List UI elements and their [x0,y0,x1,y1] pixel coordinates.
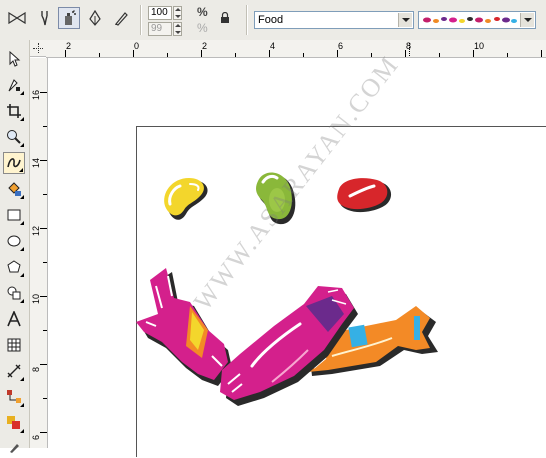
property-bar: 100 % 99 % Food [0,0,546,41]
yellow-jellybean[interactable] [160,176,216,224]
node-align-icon[interactable] [6,7,28,29]
smart-fill-tool-icon[interactable] [3,178,25,200]
spray-category-value: Food [258,14,284,26]
candy-spray-preview [423,17,517,23]
brush-stroke-icon[interactable] [34,7,56,29]
spray-size-unit: % [197,5,208,19]
toolbar-separator [246,5,248,35]
ruler-label: 10 [31,293,41,304]
ruler-label: 2 [66,41,72,51]
table-tool-icon[interactable] [3,334,25,356]
spray-size-input[interactable]: 100 [148,6,172,20]
chevron-down-icon[interactable] [398,13,412,27]
ellipse-tool-icon[interactable] [3,230,25,252]
dimension-tool-icon[interactable] [3,360,25,382]
ruler-label: 10 [474,41,485,51]
pressure-pen-icon[interactable] [110,7,132,29]
horizontal-ruler-ticks [65,43,542,57]
ruler-label: 14 [31,157,41,168]
calligraphic-pen-icon[interactable] [84,7,106,29]
ruler-label: 0 [134,41,140,51]
spray-category-dropdown[interactable]: Food [254,11,414,29]
red-jellybean[interactable] [336,176,394,218]
spray-spacing-input[interactable]: 99 [148,22,172,36]
ruler-label: 4 [270,41,276,51]
spray-preset-dropdown[interactable] [418,11,536,29]
spray-spacing-stepper[interactable] [173,22,182,36]
ruler-label: 16 [31,89,41,100]
spray-size-stepper[interactable] [173,6,182,20]
preset-sprayer-icon[interactable] [58,7,80,29]
ruler-label: 6 [338,41,344,51]
shape-tool-icon[interactable] [3,74,25,96]
wrapped-candies[interactable] [132,266,444,410]
pick-tool-icon[interactable] [3,48,25,70]
interactive-fill-tool-icon[interactable] [3,412,25,434]
ruler-label: 12 [31,225,41,236]
vertical-ruler-ticks [40,92,47,433]
rectangle-tool-icon[interactable] [3,204,25,226]
ruler-label: 8 [31,366,41,372]
toolbar-separator [140,5,142,35]
toolbox [0,40,30,453]
crop-tool-icon[interactable] [3,100,25,122]
polygon-tool-icon[interactable] [3,256,25,278]
drawing-canvas[interactable]: WWW.ASARAYAN.COM [48,50,546,457]
text-tool-icon[interactable] [3,308,25,330]
ruler-label: 8 [406,41,412,51]
eyedropper-tool-icon[interactable] [3,436,25,458]
chevron-down-icon[interactable] [520,13,534,27]
spray-spacing-unit: % [197,21,208,35]
ruler-label: 2 [202,41,208,51]
connector-tool-icon[interactable] [3,386,25,408]
ruler-label: 6 [31,434,41,440]
lock-icon[interactable] [214,7,236,29]
basic-shapes-tool-icon[interactable] [3,282,25,304]
freehand-tool-icon[interactable] [3,152,25,174]
horizontal-ruler[interactable]: 2 0 2 4 6 8 10 [46,40,546,58]
zoom-tool-icon[interactable] [3,126,25,148]
ruler-origin-corner[interactable] [30,40,47,57]
vertical-ruler[interactable]: 16 14 12 10 8 6 [30,58,48,448]
